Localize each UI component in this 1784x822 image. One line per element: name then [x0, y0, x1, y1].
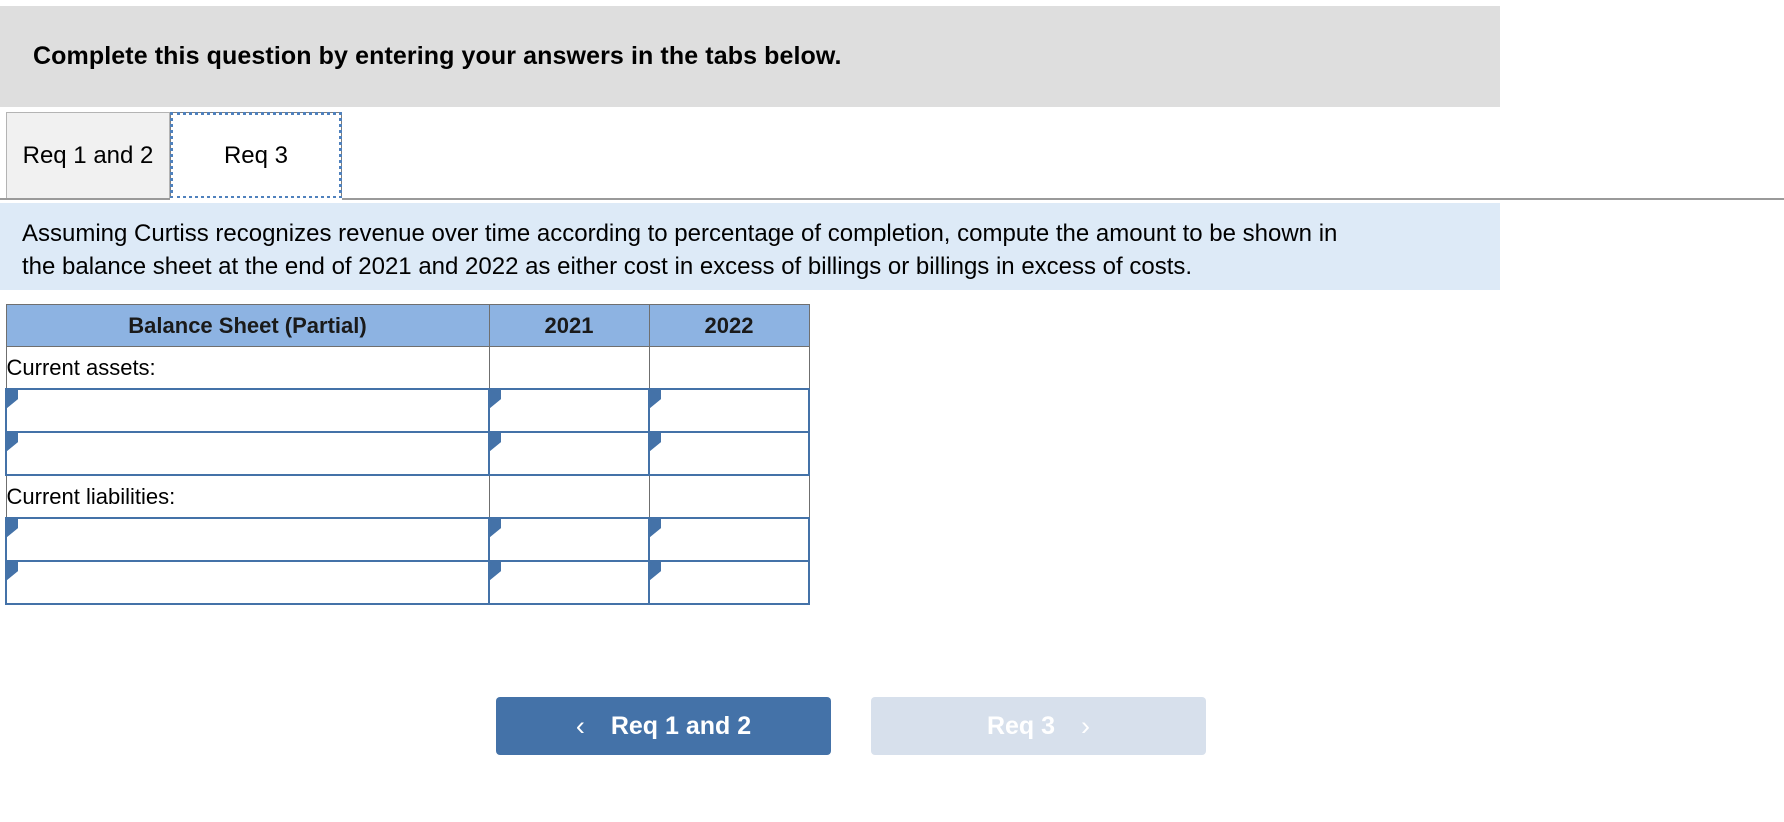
row-4-2021-input[interactable] — [502, 521, 646, 558]
table-row: Current assets: — [5, 346, 810, 390]
row-4-2022-input[interactable] — [662, 521, 806, 558]
instruction-line-2: the balance sheet at the end of 2021 and… — [22, 253, 1193, 280]
row-1-2022-input[interactable] — [662, 392, 806, 429]
cell-marker-icon — [490, 562, 501, 580]
row-3-cell-2021 — [488, 474, 650, 519]
prev-req-1-and-2-button[interactable]: ‹ Req 1 and 2 — [496, 697, 831, 755]
row-5-2021-input[interactable] — [502, 564, 646, 601]
tab-req-1-and-2[interactable]: Req 1 and 2 — [6, 112, 170, 199]
cell-marker-icon — [7, 562, 18, 580]
tab-underline-gap — [170, 198, 342, 200]
row-4-2021-input-cell[interactable] — [488, 517, 650, 562]
next-button-label: Req 3 — [986, 711, 1056, 740]
row-2-2021-input[interactable] — [502, 435, 646, 472]
row-3-cell-2022 — [648, 474, 810, 519]
instruction-panel: Assuming Curtiss recognizes revenue over… — [0, 203, 1500, 290]
row-4-2022-input-cell[interactable] — [648, 517, 810, 562]
row-5-label-input[interactable] — [19, 564, 486, 601]
table-header-row: Balance Sheet (Partial) 2021 2022 — [5, 304, 810, 347]
column-header-2022: 2022 — [648, 304, 810, 347]
chevron-left-icon: ‹ — [575, 710, 585, 741]
cell-marker-icon — [490, 433, 501, 451]
row-2-2021-input-cell[interactable] — [488, 431, 650, 476]
prev-button-label: Req 1 and 2 — [610, 711, 752, 740]
cell-marker-icon — [490, 390, 501, 408]
cell-marker-icon — [490, 519, 501, 537]
tab-bar: Req 1 and 2 Req 3 — [0, 112, 1784, 202]
chevron-right-icon: › — [1081, 710, 1091, 741]
row-5-label-input-cell[interactable] — [5, 560, 490, 605]
cell-marker-icon — [650, 562, 661, 580]
cell-marker-icon — [7, 390, 18, 408]
row-1-2021-input-cell[interactable] — [488, 388, 650, 433]
row-label-current-assets: Current assets: — [5, 346, 490, 390]
row-1-2022-input-cell[interactable] — [648, 388, 810, 433]
cell-marker-icon — [650, 519, 661, 537]
table-row — [5, 388, 810, 433]
tab-req-3-label: Req 3 — [223, 142, 289, 169]
row-0-cell-2021 — [488, 346, 650, 390]
column-header-2021: 2021 — [488, 304, 650, 347]
row-4-label-input-cell[interactable] — [5, 517, 490, 562]
tab-req-1-and-2-label: Req 1 and 2 — [22, 142, 154, 169]
row-2-2022-input-cell[interactable] — [648, 431, 810, 476]
next-req-3-button[interactable]: Req 3 › — [871, 697, 1206, 755]
banner-heading: Complete this question by entering your … — [33, 42, 842, 70]
cell-marker-icon — [7, 433, 18, 451]
cell-marker-icon — [7, 519, 18, 537]
row-5-2021-input-cell[interactable] — [488, 560, 650, 605]
table-row: Current liabilities: — [5, 474, 810, 519]
row-4-label-input[interactable] — [19, 521, 486, 558]
row-0-cell-2022 — [648, 346, 810, 390]
table-row — [5, 517, 810, 562]
row-2-2022-input[interactable] — [662, 435, 806, 472]
row-2-label-input-cell[interactable] — [5, 431, 490, 476]
column-header-balance-sheet: Balance Sheet (Partial) — [5, 304, 490, 347]
row-1-label-input-cell[interactable] — [5, 388, 490, 433]
row-1-2021-input[interactable] — [502, 392, 646, 429]
row-2-label-input[interactable] — [19, 435, 486, 472]
cell-marker-icon — [650, 433, 661, 451]
instruction-line-1: Assuming Curtiss recognizes revenue over… — [22, 220, 1338, 247]
row-label-current-liabilities: Current liabilities: — [5, 474, 490, 519]
table-row — [5, 431, 810, 476]
cell-marker-icon — [650, 390, 661, 408]
balance-sheet-table: Balance Sheet (Partial) 2021 2022 Curren… — [5, 304, 810, 605]
row-5-2022-input-cell[interactable] — [648, 560, 810, 605]
question-banner: Complete this question by entering your … — [0, 6, 1500, 107]
nav-button-bar: ‹ Req 1 and 2 Req 3 › — [0, 697, 1784, 757]
table-row — [5, 560, 810, 605]
row-5-2022-input[interactable] — [662, 564, 806, 601]
tab-req-3[interactable]: Req 3 — [170, 112, 342, 199]
row-1-label-input[interactable] — [19, 392, 486, 429]
